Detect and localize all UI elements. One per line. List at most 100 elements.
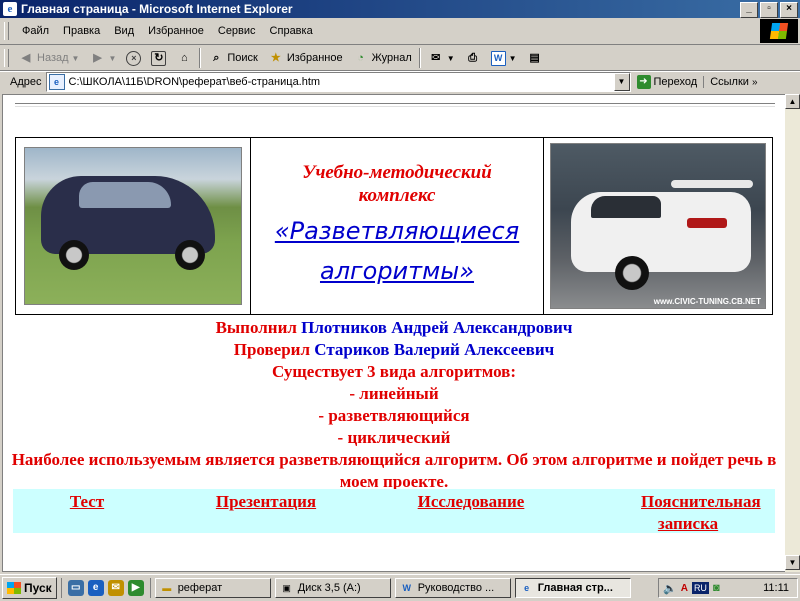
car-window-shape [79,182,171,208]
favorites-button[interactable]: ★ Избранное [263,50,348,66]
taskbar-item-label: Руководство ... [417,582,495,594]
search-button[interactable]: ⌕ Поиск [203,50,262,66]
mail-button[interactable]: ✉ ▼ [423,50,460,66]
page-subtitle: Учебно-методический комплекс [302,162,492,206]
photo-watermark: www.CIVIC-TUNING.CB.NET [653,297,761,306]
home-button[interactable]: ⌂ [171,50,197,66]
nav-link-presentation-label[interactable]: Презентация [216,492,316,511]
antivirus-icon[interactable]: A [681,583,688,594]
nav-link-test-label[interactable]: Тест [70,492,104,511]
back-button[interactable]: ◀ Назад ▼ [13,50,84,66]
taskbar-item-ie[interactable]: e Главная стр... [514,578,631,598]
menu-tools[interactable]: Сервис [211,23,263,39]
search-label: Поиск [227,52,258,64]
header-center-cell: Учебно-методический комплекс «Разветвляю… [251,138,544,314]
nav-links-row: Тест Презентация Исследование Пояснитель… [13,489,775,533]
type-item: - разветвляющийся [318,406,470,425]
taskbar-item-floppy[interactable]: ▣ Диск 3,5 (A:) [274,578,391,598]
start-button[interactable]: Пуск [2,577,57,599]
taskbar-item-label: Диск 3,5 (A:) [297,582,361,594]
start-label: Пуск [24,581,52,595]
header-left-cell [16,138,251,314]
nav-link-explanatory-note-label[interactable]: Пояснительная записка [641,492,761,533]
maximize-button[interactable]: ▫ [760,2,778,18]
menu-view[interactable]: Вид [107,23,141,39]
system-tray: 🔈 A RU ◙ 11:11 [658,578,798,598]
go-arrow-icon: ➜ [636,75,651,89]
car-photo-right: www.CIVIC-TUNING.CB.NET [550,143,766,309]
nav-link-research[interactable]: Исследование [371,489,571,533]
stop-button[interactable]: × [121,50,146,66]
media-player-icon[interactable]: ▶ [127,580,144,596]
page-body: Выполнил Плотников Андрей Александрович … [3,317,785,493]
menu-bar: Файл Правка Вид Избранное Сервис Справка [0,18,800,45]
nav-link-research-label[interactable]: Исследование [418,492,525,511]
toolbar-grip[interactable] [4,49,9,67]
page-viewport: Учебно-методический комплекс «Разветвляю… [2,94,786,572]
scroll-up-button[interactable]: ▲ [785,94,800,109]
links-button[interactable]: Ссылки » [703,76,759,88]
chevron-down-icon: ▼ [108,53,117,63]
search-icon: ⌕ [213,52,220,64]
taskbar-item-label: Главная стр... [537,582,613,594]
outlook-icon[interactable]: ✉ [107,580,124,596]
links-label: Ссылки [710,76,749,88]
nav-link-test[interactable]: Тест [13,489,161,533]
document-icon: ▤ [529,52,540,64]
history-button[interactable]: ◔ Журнал [348,50,417,66]
menu-edit[interactable]: Правка [56,23,107,39]
address-input[interactable]: e C:\ШКОЛА\11Б\DRON\реферат\веб-страница… [45,72,631,92]
discuss-button[interactable]: ▤ [522,50,548,66]
history-label: Журнал [371,52,412,64]
header-table: Учебно-методический комплекс «Разветвляю… [15,137,773,315]
address-dropdown-button[interactable]: ▼ [613,73,630,91]
minimize-button[interactable]: _ [740,2,758,18]
back-label: Назад [37,52,69,64]
windows-flag-icon [7,582,21,594]
menu-file[interactable]: Файл [15,23,56,39]
quick-launch: ▭ e ✉ ▶ [60,578,151,598]
car-taillight-shape [687,218,727,228]
chevron-right-icon: » [751,76,758,88]
edit-button[interactable]: W ▼ [486,50,522,66]
scroll-down-button[interactable]: ▼ [785,555,800,570]
menu-help[interactable]: Справка [263,23,320,39]
ie-icon: e [3,2,17,16]
page-title-link[interactable]: «Разветвляющиеся алгоритмы» [275,217,519,285]
forward-button[interactable]: ▶ ▼ [84,50,121,66]
favorites-label: Избранное [286,52,343,64]
toolbar-grip[interactable] [4,22,9,40]
print-button[interactable]: ⎙ [460,50,486,66]
chevron-down-icon: ▼ [71,53,80,63]
go-button[interactable]: ➜ Переход [631,75,704,89]
volume-icon[interactable]: 🔈 [663,582,677,595]
folder-icon: ▬ [162,583,172,593]
page-title[interactable]: «Разветвляющиеся алгоритмы» [251,211,543,291]
intro-paragraph: Наиболее используемым является разветвля… [11,450,777,491]
window-title: Главная страница - Microsoft Internet Ex… [21,2,293,16]
toolbar-separator [418,48,421,68]
language-indicator[interactable]: RU [691,582,709,594]
close-button[interactable]: × [780,2,798,18]
standard-toolbar: ◀ Назад ▼ ▶ ▼ × ↻ ⌂ ⌕ Поиск ★ Избранное … [0,44,800,72]
refresh-button[interactable]: ↻ [146,50,171,66]
nav-link-explanatory-note[interactable]: Пояснительная записка [571,489,775,533]
word-icon: W [490,50,506,66]
vertical-scrollbar[interactable]: ▲ ▼ [785,94,800,572]
taskbar-item-referat[interactable]: ▬ реферат [154,578,271,598]
taskbar-item-word[interactable]: W Руководство ... [394,578,511,598]
history-icon: ◔ [357,52,364,64]
window-titlebar[interactable]: e Главная страница - Microsoft Internet … [0,0,800,18]
address-value: C:\ШКОЛА\11Б\DRON\реферат\веб-страница.h… [68,76,321,88]
wheel-shape [615,256,649,290]
network-icon[interactable]: ◙ [713,582,720,594]
reviewer-line: Проверил Стариков Валерий Алексеевич [3,339,785,361]
types-heading: Существует 3 вида алгоритмов: [271,362,516,381]
clock[interactable]: 11:11 [763,582,793,594]
chevron-down-icon: ▼ [446,53,455,63]
menu-favorites[interactable]: Избранное [141,23,211,39]
ie-icon[interactable]: e [87,580,104,596]
nav-link-presentation[interactable]: Презентация [161,489,371,533]
show-desktop-icon[interactable]: ▭ [67,580,84,596]
back-arrow-icon: ◀ [21,52,31,64]
